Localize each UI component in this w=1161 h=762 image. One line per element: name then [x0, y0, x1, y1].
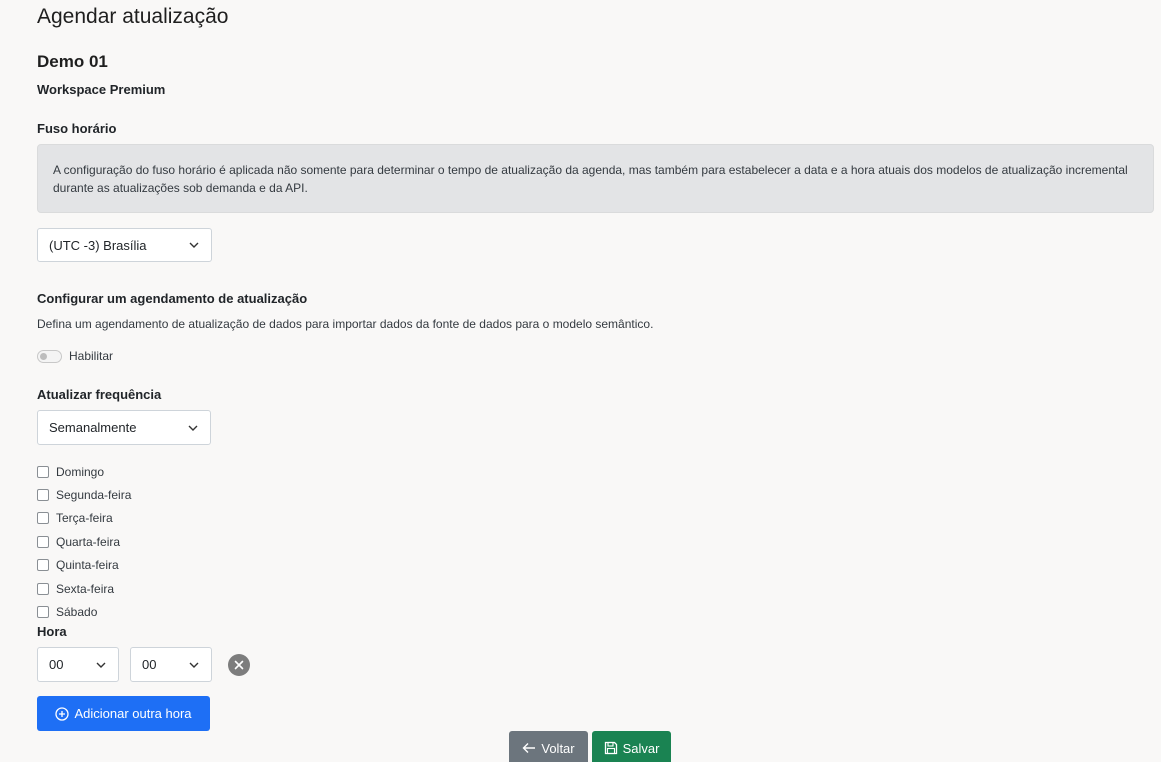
- weekday-label: Segunda-feira: [56, 488, 132, 503]
- schedule-refresh-page: Agendar atualização Demo 01 Workspace Pr…: [0, 0, 1161, 762]
- schedule-heading: Configurar um agendamento de atualização: [37, 291, 308, 306]
- enable-toggle-row: Habilitar: [37, 349, 113, 363]
- back-button-label: Voltar: [541, 740, 575, 756]
- timezone-info-box: A configuração do fuso horário é aplicad…: [37, 144, 1154, 213]
- arrow-left-icon: [522, 742, 536, 754]
- chevron-down-icon: [189, 660, 199, 670]
- add-time-button-label: Adicionar outra hora: [74, 706, 192, 721]
- time-label: Hora: [37, 624, 67, 639]
- weekday-checkbox-monday[interactable]: Segunda-feira: [37, 483, 131, 506]
- enable-toggle-label: Habilitar: [69, 349, 114, 363]
- timezone-select-value: (UTC -3) Brasília: [49, 237, 147, 253]
- checkbox[interactable]: [37, 512, 49, 525]
- floppy-disk-icon: [604, 741, 618, 755]
- add-time-button[interactable]: Adicionar outra hora: [37, 696, 210, 731]
- hour-select-value: 00: [49, 657, 64, 672]
- frequency-select[interactable]: Semanalmente: [37, 410, 211, 445]
- toggle-knob: [40, 352, 47, 360]
- checkbox[interactable]: [37, 535, 49, 548]
- plus-circle-icon: [55, 706, 70, 721]
- weekday-checkbox-list: Domingo Segunda-feira Terça-feira Quarta…: [37, 460, 131, 624]
- hour-select[interactable]: 00: [37, 647, 119, 682]
- weekday-label: Domingo: [56, 464, 105, 479]
- workspace-name: Workspace Premium: [37, 82, 166, 97]
- weekday-label: Quarta-feira: [56, 534, 121, 549]
- timezone-info-text: A configuração do fuso horário é aplicad…: [53, 163, 1128, 195]
- minute-select[interactable]: 00: [130, 647, 212, 682]
- schedule-description: Defina um agendamento de atualização de …: [37, 317, 654, 331]
- checkbox[interactable]: [37, 582, 49, 595]
- weekday-label: Terça-feira: [56, 511, 113, 526]
- weekday-checkbox-friday[interactable]: Sexta-feira: [37, 577, 131, 600]
- back-button[interactable]: Voltar: [509, 731, 588, 762]
- weekday-label: Sexta-feira: [56, 581, 115, 596]
- frequency-select-value: Semanalmente: [49, 420, 137, 435]
- chevron-down-icon: [96, 660, 106, 670]
- close-circle-icon[interactable]: [228, 654, 250, 676]
- chevron-down-icon: [188, 423, 198, 433]
- save-button-label: Salvar: [622, 740, 660, 756]
- checkbox[interactable]: [37, 606, 49, 619]
- page-title: Agendar atualização: [37, 5, 229, 28]
- weekday-checkbox-thursday[interactable]: Quinta-feira: [37, 554, 131, 577]
- weekday-checkbox-saturday[interactable]: Sábado: [37, 600, 131, 623]
- chevron-down-icon: [189, 240, 199, 250]
- frequency-label: Atualizar frequência: [37, 387, 162, 402]
- enable-toggle[interactable]: [37, 349, 62, 363]
- weekday-checkbox-tuesday[interactable]: Terça-feira: [37, 507, 131, 530]
- checkbox[interactable]: [37, 465, 49, 478]
- weekday-checkbox-sunday[interactable]: Domingo: [37, 460, 131, 483]
- save-button[interactable]: Salvar: [592, 731, 671, 762]
- weekday-checkbox-wednesday[interactable]: Quarta-feira: [37, 530, 131, 553]
- checkbox[interactable]: [37, 489, 49, 502]
- report-name: Demo 01: [37, 52, 108, 71]
- checkbox[interactable]: [37, 559, 49, 572]
- weekday-label: Sábado: [56, 605, 98, 620]
- minute-select-value: 00: [142, 657, 157, 672]
- weekday-label: Quinta-feira: [56, 558, 119, 573]
- timezone-label: Fuso horário: [37, 121, 117, 136]
- timezone-select[interactable]: (UTC -3) Brasília: [37, 228, 212, 262]
